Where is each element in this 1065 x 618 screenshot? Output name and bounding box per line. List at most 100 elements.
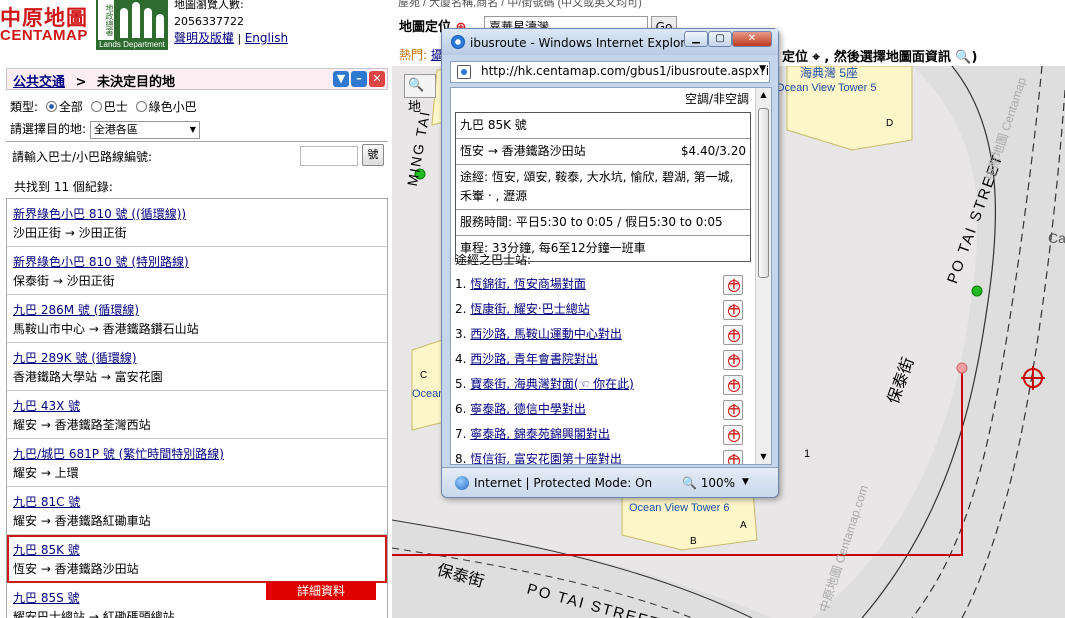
hot-label-text: 熱門: — [399, 48, 428, 62]
logo-english[interactable]: CENTAMAP — [0, 27, 88, 44]
bus-stop-item: 2. 恆康街, 耀安‧巴士總站 — [455, 299, 751, 324]
ie-zoom[interactable]: 🔍 100% — [682, 476, 735, 490]
route-result-item[interactable]: 九巴/城巴 681P 號 (繁忙時間特別路線) 耀安 → 上環 — [7, 439, 387, 487]
route-result-name[interactable]: 九巴 85S 號 — [13, 591, 80, 605]
ie-address-bar[interactable]: http://hk.centamap.com/gbus1/ibusroute.a… — [450, 61, 770, 83]
locate-stop-icon[interactable] — [723, 374, 743, 395]
type-option-bus[interactable]: 巴士 — [104, 100, 128, 114]
panel-collapse-icon[interactable]: ▼ — [333, 71, 349, 87]
locate-stop-icon[interactable] — [723, 399, 743, 420]
route-result-name[interactable]: 九巴 286M 號 (循環線) — [13, 303, 139, 317]
route-result-path: 馬鞍山市中心 → 香港鐵路鑽石山站 — [13, 322, 199, 336]
stop-number: 8. — [455, 452, 467, 465]
locate-stop-icon[interactable] — [723, 349, 743, 370]
address-hint: 屋苑 / 大廈名稱,商名 / 中/街號碼 (中文或英文均可) — [398, 0, 642, 9]
breadcrumb-public-transport[interactable]: 公共交通 — [13, 75, 65, 90]
ie-maximize-icon[interactable]: ▢ — [708, 31, 732, 47]
lands-dept-label: Lands Department — [99, 40, 165, 49]
locate-stop-icon[interactable] — [723, 424, 743, 445]
ie-logo-icon — [451, 35, 465, 49]
route-result-name[interactable]: 新界綠色小巴 810 號 ((循環線)) — [13, 207, 186, 221]
route-result-item[interactable]: 新界綠色小巴 810 號 ((循環線)) 沙田正街 → 沙田正街 — [7, 199, 387, 247]
route-input-label: 請輸入巴士/小巴路線編號: — [12, 150, 153, 164]
stops-heading: 途經之巴士站: — [455, 253, 532, 267]
label-c: C — [420, 370, 428, 381]
lands-building-icon — [118, 2, 164, 38]
bus-stop-item: 7. 寧泰路, 錦泰苑錦興閣對出 — [455, 424, 751, 449]
route-result-name[interactable]: 九巴 81C 號 — [13, 495, 80, 509]
label-ocean-view-6: Ocean View Tower 6 — [629, 502, 730, 514]
route-result-item[interactable]: 九巴 289K 號 (循環線) 香港鐵路大學站 → 富安花園 — [7, 343, 387, 391]
ie-url[interactable]: http://hk.centamap.com/gbus1/ibusroute.a… — [481, 64, 769, 78]
ie-status-text: Internet | Protected Mode: On — [474, 476, 653, 490]
zoom-value: 100% — [700, 476, 736, 490]
type-radio-all[interactable] — [45, 101, 57, 112]
english-link[interactable]: English — [245, 31, 288, 45]
bus-stop-item: 1. 恆錦街, 恆安商場對面 — [455, 274, 751, 299]
stop-link[interactable]: 西沙路, 馬鞍山運動中心對出 — [470, 327, 622, 341]
scroll-down-icon[interactable]: ▼ — [756, 450, 771, 464]
panel-close-icon[interactable]: ✕ — [369, 71, 385, 87]
route-name: 九巴 85K 號 — [456, 113, 750, 139]
locate-stop-icon[interactable] — [723, 449, 743, 464]
route-result-item[interactable]: 新界綠色小巴 810 號 (特別路線) 保泰街 → 沙田正街 — [7, 247, 387, 295]
label-ocean-view-5: Ocean View Tower 5 — [776, 82, 877, 94]
map-search-tool[interactable]: 🔍地 — [404, 74, 436, 115]
route-result-item[interactable]: 九巴 85K 號恆安 → 香港鐵路沙田站 — [7, 535, 387, 583]
destination-label: 請選擇目的地: — [10, 122, 87, 136]
route-from-to-row: 恆安 → 香港鐵路沙田站 $4.40/3.20 — [456, 139, 750, 165]
route-result-name[interactable]: 九巴/城巴 681P 號 (繁忙時間特別路線) — [13, 447, 224, 461]
bus-stop-item: 5. 寶泰街, 海典灣對面(☜ 你在此) — [455, 374, 751, 399]
bus-stop-item: 8. 恆信街, 富安花園第十座對出 — [455, 449, 751, 465]
route-info-table: 九巴 85K 號 恆安 → 香港鐵路沙田站 $4.40/3.20 途經: 恆安,… — [455, 112, 751, 262]
ie-status-bar: Internet | Protected Mode: On 🔍 100% ▼ — [442, 467, 778, 497]
panel-minimize-icon[interactable]: – — [351, 71, 367, 87]
scroll-thumb[interactable] — [758, 108, 769, 278]
route-result-name[interactable]: 九巴 85K 號 — [13, 543, 80, 557]
route-result-path: 恆安 → 香港鐵路沙田站 — [13, 562, 139, 576]
route-result-name[interactable]: 九巴 43X 號 — [13, 399, 80, 413]
locate-stop-icon[interactable] — [723, 299, 743, 320]
route-result-item[interactable]: 九巴 81C 號耀安 → 香港鐵路紅磡車站 — [7, 487, 387, 535]
route-result-name[interactable]: 九巴 289K 號 (循環線) — [13, 351, 137, 365]
stop-link[interactable]: 寧泰路, 德信中學對出 — [470, 402, 586, 416]
route-results-list: 新界綠色小巴 810 號 ((循環線)) 沙田正街 → 沙田正街 新界綠色小巴 81… — [6, 198, 388, 618]
ie-scrollbar[interactable]: ▲ ▼ — [755, 88, 771, 464]
destination-select[interactable]: 全港各區 — [89, 120, 200, 139]
stop-link[interactable]: 寧泰路, 錦泰苑錦興閣對出 — [470, 427, 610, 441]
route-search-button[interactable]: 號 — [362, 144, 384, 166]
ie-titlebar[interactable]: ibusroute - Windows Internet Explorer ▁ … — [442, 29, 778, 55]
label-d: D — [886, 118, 894, 129]
hot-label: 熱門: 攝 — [399, 46, 443, 63]
stop-link[interactable]: 恆信街, 富安花園第十座對出 — [470, 452, 622, 464]
type-radio-bus[interactable] — [90, 101, 102, 112]
type-radio-minibus[interactable] — [135, 101, 147, 112]
route-result-item[interactable]: 九巴 43X 號耀安 → 香港鐵路荃灣西站 — [7, 391, 387, 439]
locate-stop-icon[interactable] — [723, 274, 743, 295]
type-option-minibus[interactable]: 綠色小巴 — [149, 100, 197, 114]
route-result-item[interactable]: 九巴 286M 號 (循環線) 馬鞍山市中心 → 香港鐵路鑽石山站 — [7, 295, 387, 343]
filters: 類型: 全部 巴士 綠色小巴 請選擇目的地: 全港各區 — [10, 96, 200, 140]
route-number-input[interactable] — [300, 146, 358, 166]
address-dropdown-icon[interactable]: ▼ — [759, 64, 766, 74]
you-are-here-link[interactable]: (☜ 你在此) — [574, 377, 634, 391]
bus-stop-item: 3. 西沙路, 馬鞍山運動中心對出 — [455, 324, 751, 349]
panel-window-buttons: ▼ – ✕ — [331, 71, 385, 87]
stop-link[interactable]: 恆錦街, 恆安商場對面 — [470, 277, 586, 291]
ie-window-title: ibusroute - Windows Internet Explorer — [470, 36, 698, 50]
scroll-up-icon[interactable]: ▲ — [756, 88, 771, 102]
disclaimer-link[interactable]: 聲明及版權 — [174, 31, 234, 45]
type-option-all[interactable]: 全部 — [59, 100, 83, 114]
ie-close-icon[interactable]: ✕ — [732, 31, 772, 47]
stop-link[interactable]: 恆康街, 耀安‧巴士總站 — [470, 302, 589, 316]
transport-panel: 公共交通 > 未決定目的地 ▼ – ✕ 類型: 全部 巴士 綠色小巴 請選擇目的地:… — [4, 66, 390, 618]
details-button[interactable]: 詳細資料 — [266, 582, 376, 600]
zoom-dropdown-icon[interactable]: ▼ — [742, 477, 749, 487]
route-result-name[interactable]: 新界綠色小巴 810 號 (特別路線) — [13, 255, 189, 269]
stop-link[interactable]: 寶泰街, 海典灣對面 — [470, 377, 574, 391]
results-count: 共找到 11 個紀錄: — [14, 180, 113, 194]
locate-stop-icon[interactable] — [723, 324, 743, 345]
stop-link[interactable]: 西沙路, 青年會書院對出 — [470, 352, 598, 366]
ie-minimize-icon[interactable]: ▁ — [684, 31, 708, 47]
route-from-to: 恆安 → 香港鐵路沙田站 — [460, 144, 586, 158]
